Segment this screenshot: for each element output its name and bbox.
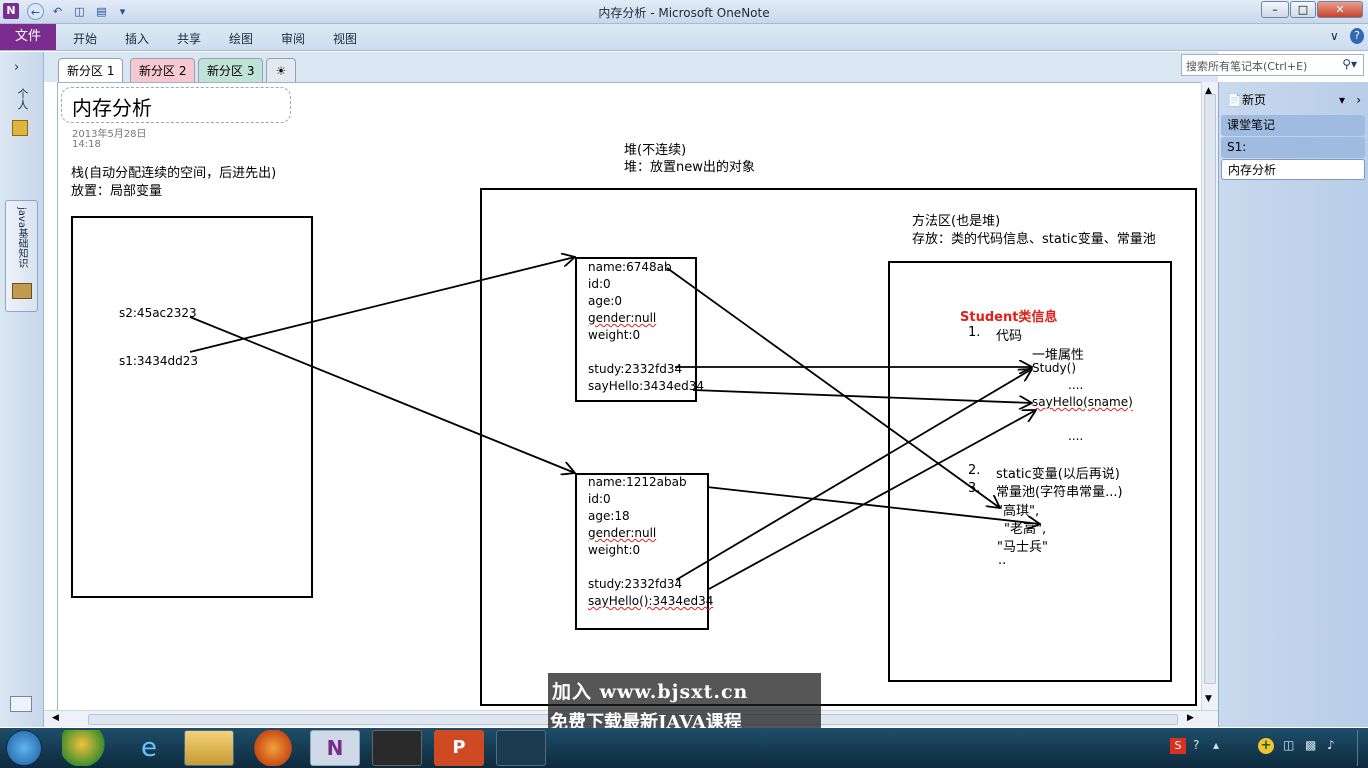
start-button[interactable] <box>6 730 42 766</box>
explorer-icon[interactable] <box>184 730 234 766</box>
firefox-icon[interactable] <box>248 730 298 766</box>
help-tray-icon[interactable]: ? <box>1193 738 1199 752</box>
arrow-s2-to-object2 <box>189 316 575 473</box>
add-tray-icon[interactable]: + <box>1258 738 1274 754</box>
arrow-name1-to-constpool <box>666 267 1000 508</box>
arrow-name2-to-constpool <box>706 486 1040 524</box>
ie-icon[interactable]: e <box>124 730 174 766</box>
scroll-down-icon[interactable]: ▼ <box>1205 694 1212 704</box>
eclipse-icon[interactable] <box>372 730 422 766</box>
show-desktop-button[interactable] <box>1357 730 1367 766</box>
network-tray-icon[interactable]: ▩ <box>1305 738 1316 752</box>
volume-tray-icon[interactable]: ♪ <box>1327 738 1335 752</box>
arrow-study2-to-study <box>675 369 1032 581</box>
powerpoint-icon[interactable]: P <box>434 730 484 766</box>
scroll-right-icon[interactable]: ▶ <box>1187 713 1194 723</box>
vertical-scrollbar[interactable]: ▲ ▼ <box>1201 82 1218 710</box>
arrow-sayhello1-to-sayhello <box>692 389 1032 403</box>
tray-expand-icon[interactable]: ▴ <box>1213 738 1219 752</box>
device-tray-icon[interactable]: ◫ <box>1283 738 1294 752</box>
arrow-s1-to-object1 <box>189 257 575 353</box>
tb-app-icon[interactable] <box>62 730 112 766</box>
onenote-taskbar-icon[interactable]: N <box>310 730 360 766</box>
vertical-scroll-thumb[interactable] <box>1204 94 1216 684</box>
recorder-icon[interactable] <box>496 730 546 766</box>
ime-icon[interactable]: S <box>1170 738 1186 754</box>
scroll-left-icon[interactable]: ◀ <box>52 713 59 723</box>
watermark-line-1: 加入 www.bjsxt.cn <box>552 681 749 703</box>
watermark-overlay: 加入 www.bjsxt.cn 免费下载最新JAVA课程 <box>548 673 821 733</box>
reference-arrows <box>189 0 1368 590</box>
taskbar: e N P S ? ▴ + ◫ ▩ ♪ <box>0 728 1368 768</box>
